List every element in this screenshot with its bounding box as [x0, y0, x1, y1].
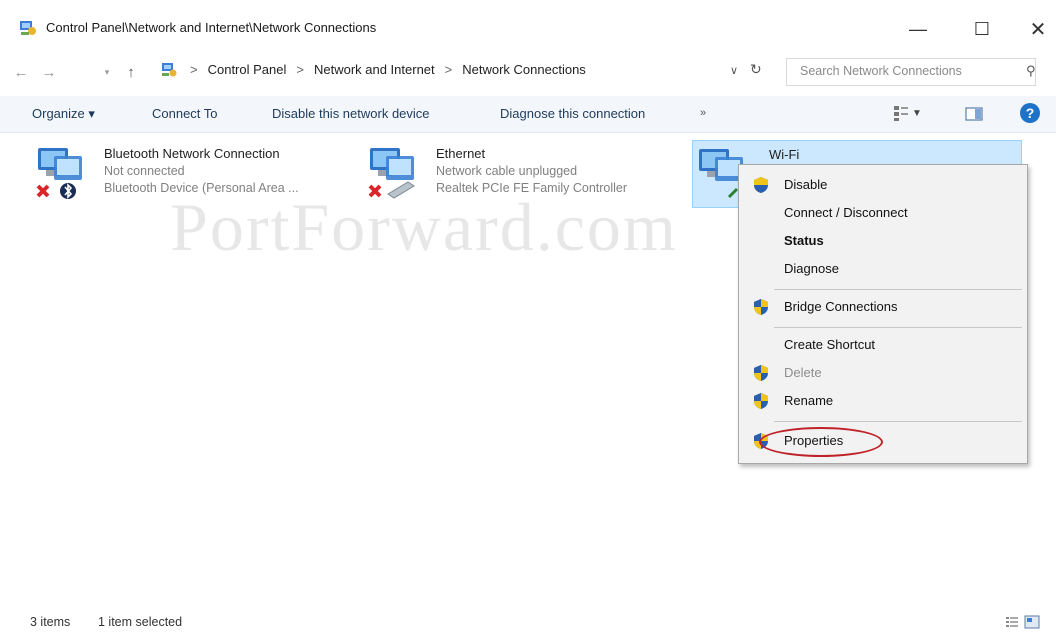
menu-item-disable[interactable]: Disable [739, 171, 1027, 199]
menu-separator [774, 289, 1022, 290]
more-commands-button[interactable]: » [700, 107, 706, 119]
connection-item-bluetooth[interactable]: Bluetooth Network Connection Not connect… [32, 140, 342, 206]
menu-item-label: Diagnose [784, 261, 839, 276]
view-options-chevron-icon[interactable]: ▼ [912, 108, 922, 119]
connection-name: Wi-Fi [769, 147, 800, 162]
highlight-circle [759, 427, 883, 457]
back-arrow-icon[interactable]: ← [12, 62, 30, 82]
connect-to-button[interactable]: Connect To [152, 106, 218, 121]
breadcrumb-network-and-internet[interactable]: Network and Internet [314, 62, 435, 77]
window-title: Control Panel\Network and Internet\Netwo… [46, 20, 377, 35]
connection-item-ethernet[interactable]: Ethernet Network cable unplugged Realtek… [364, 140, 674, 206]
organize-button[interactable]: Organize ▾ [32, 106, 95, 122]
menu-item-label: Bridge Connections [784, 299, 898, 314]
menu-item-label: Status [784, 233, 824, 248]
uac-shield-icon [754, 365, 768, 381]
connection-name: Ethernet [436, 146, 486, 161]
breadcrumb: > Control Panel > Network and Internet >… [190, 62, 586, 77]
diagnose-connection-button[interactable]: Diagnose this connection [500, 106, 645, 121]
control-panel-icon [20, 21, 36, 35]
menu-item-label: Rename [784, 393, 834, 408]
menu-item-rename[interactable]: Rename [739, 387, 1027, 415]
help-icon[interactable]: ? [1020, 103, 1040, 123]
connection-device: Bluetooth Device (Personal Area ... [104, 181, 299, 195]
breadcrumb-separator: > [296, 62, 304, 77]
context-menu: Disable Connect / Disconnect Status Diag… [738, 164, 1028, 464]
uac-shield-icon [754, 177, 768, 193]
breadcrumb-network-connections[interactable]: Network Connections [462, 62, 586, 77]
details-view-icon[interactable] [1005, 615, 1019, 629]
connection-status: Network cable unplugged [436, 164, 578, 178]
address-dropdown-chevron-icon[interactable]: ∨ [730, 64, 738, 77]
change-view-icon[interactable] [892, 104, 910, 122]
menu-item-label: Delete [784, 365, 822, 380]
menu-separator [774, 327, 1022, 328]
menu-item-label: Connect / Disconnect [784, 205, 908, 220]
menu-separator [774, 421, 1022, 422]
connection-name: Bluetooth Network Connection [104, 146, 280, 161]
recent-locations-chevron-icon[interactable]: ▾ [98, 62, 116, 82]
item-count: 3 items [30, 615, 71, 629]
search-placeholder: Search Network Connections [800, 64, 962, 78]
connection-status: Not connected [104, 164, 185, 178]
control-panel-icon [162, 63, 177, 77]
menu-item-label: Create Shortcut [784, 337, 876, 352]
connection-device: Realtek PCIe FE Family Controller [436, 181, 628, 195]
preview-pane-icon[interactable] [965, 106, 983, 122]
search-icon[interactable]: ⚲ [1026, 63, 1036, 79]
menu-item-status[interactable]: Status [739, 227, 1027, 255]
menu-item-connect-disconnect[interactable]: Connect / Disconnect [739, 199, 1027, 227]
disable-device-button[interactable]: Disable this network device [272, 106, 430, 121]
large-icons-view-icon[interactable] [1024, 615, 1040, 629]
menu-item-bridge-connections[interactable]: Bridge Connections [739, 293, 1027, 321]
breadcrumb-separator: > [444, 62, 453, 77]
menu-item-delete: Delete [739, 359, 1027, 387]
selection-count: 1 item selected [98, 615, 183, 629]
uac-shield-icon [754, 299, 768, 315]
uac-shield-icon [754, 393, 768, 409]
forward-arrow-icon[interactable]: → [40, 62, 58, 82]
breadcrumb-control-panel[interactable]: Control Panel [208, 62, 287, 77]
refresh-icon[interactable]: ↻ [750, 61, 762, 78]
minimize-button[interactable]: — [898, 14, 938, 44]
maximize-button[interactable]: ☐ [962, 14, 1002, 44]
menu-item-create-shortcut[interactable]: Create Shortcut [739, 331, 1027, 359]
close-button[interactable]: ✕ [1018, 14, 1056, 44]
network-adapter-icon [368, 148, 415, 199]
breadcrumb-separator: > [190, 62, 198, 77]
network-adapter-icon [36, 148, 82, 199]
up-arrow-icon[interactable]: ↑ [122, 62, 140, 82]
menu-item-diagnose[interactable]: Diagnose [739, 255, 1027, 283]
menu-item-label: Disable [784, 177, 828, 192]
